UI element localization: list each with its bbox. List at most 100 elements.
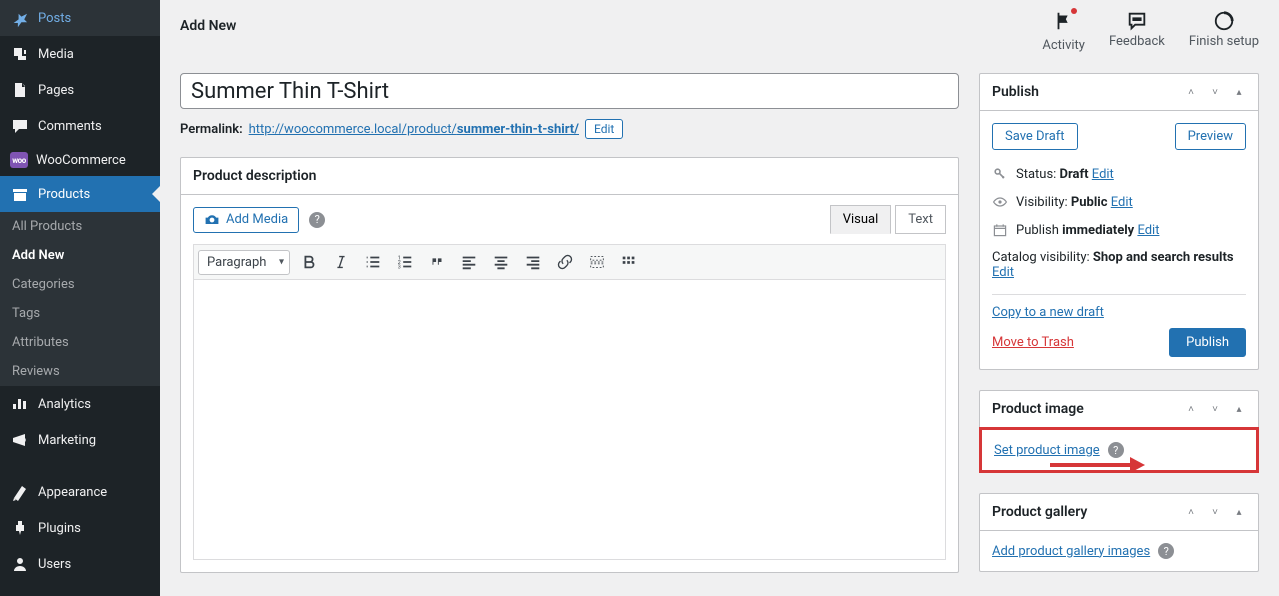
sub-all-products[interactable]: All Products [0,212,160,241]
postbox-title: Product gallery [992,504,1087,520]
sidebar-item-products[interactable]: Products [0,176,160,212]
content-area: Add New Activity Feedback Finish setup P… [160,0,1279,596]
copy-to-draft-link[interactable]: Copy to a new draft [992,305,1246,320]
sidebar-label: WooCommerce [36,153,126,168]
edit-visibility-link[interactable]: Edit [1111,195,1133,210]
align-left-button[interactable] [456,249,482,275]
comment-icon [10,116,30,136]
format-select[interactable]: Paragraph [198,250,290,275]
toggle-icon[interactable]: ▴ [1232,404,1246,415]
link-button[interactable] [552,249,578,275]
flag-icon [1053,10,1075,32]
appearance-icon [10,482,30,502]
feedback-icon [1126,10,1148,32]
sidebar-item-media[interactable]: Media [0,36,160,72]
analytics-icon [10,394,30,414]
edit-status-link[interactable]: Edit [1092,167,1114,182]
sub-attributes[interactable]: Attributes [0,328,160,357]
sidebar-item-comments[interactable]: Comments [0,108,160,144]
sidebar-label: Products [38,187,90,202]
sidebar-item-appearance[interactable]: Appearance [0,474,160,510]
move-up-icon[interactable]: ˄ [1184,507,1198,518]
product-image-body: Set product image ? [979,427,1259,473]
edit-publish-date-link[interactable]: Edit [1137,223,1159,238]
sidebar-item-plugins[interactable]: Plugins [0,510,160,546]
help-icon[interactable]: ? [309,212,325,228]
sidebar-item-posts[interactable]: Posts [0,0,160,36]
editor-tabs: Visual Text [830,205,946,234]
add-gallery-images-link[interactable]: Add product gallery images [992,544,1150,559]
sidebar-item-pages[interactable]: Pages [0,72,160,108]
feedback-button[interactable]: Feedback [1109,10,1165,53]
save-draft-button[interactable]: Save Draft [992,123,1078,150]
set-product-image-link[interactable]: Set product image [994,443,1100,458]
postbox-controls: ˄ ˅ ▴ [1184,507,1246,518]
edit-slug-button[interactable]: Edit [585,119,623,139]
quote-button[interactable] [424,249,450,275]
sidebar-item-analytics[interactable]: Analytics [0,386,160,422]
top-action-label: Feedback [1109,34,1165,49]
publish-date-row: Publish immediately Edit [992,216,1246,244]
help-icon[interactable]: ? [1158,543,1174,559]
progress-icon [1213,10,1235,32]
move-down-icon[interactable]: ˅ [1208,404,1222,415]
toggle-icon[interactable]: ▴ [1232,87,1246,98]
align-center-button[interactable] [488,249,514,275]
sub-tags[interactable]: Tags [0,299,160,328]
sidebar-item-marketing[interactable]: Marketing [0,422,160,458]
sidebar-item-users[interactable]: Users [0,546,160,582]
page-title: Add New [180,10,236,34]
move-up-icon[interactable]: ˄ [1184,404,1198,415]
read-more-button[interactable] [584,249,610,275]
bold-button[interactable] [296,249,322,275]
products-icon [10,184,30,204]
move-up-icon[interactable]: ˄ [1184,87,1198,98]
permalink-link[interactable]: http://woocommerce.local/product/summer-… [249,122,579,137]
sidebar-label: Posts [38,11,71,26]
product-title-input[interactable] [180,73,959,109]
sub-add-new[interactable]: Add New [0,241,160,270]
camera-icon [204,212,220,228]
align-right-button[interactable] [520,249,546,275]
status-row: Status: Draft Edit [992,160,1246,188]
text-tab[interactable]: Text [895,205,946,234]
plugins-icon [10,518,30,538]
sidebar-label: Plugins [38,521,81,536]
users-icon [10,554,30,574]
help-icon[interactable]: ? [1108,442,1124,458]
edit-catalog-link[interactable]: Edit [992,265,1014,280]
toggle-icon[interactable]: ▴ [1232,507,1246,518]
visual-tab[interactable]: Visual [830,205,892,234]
move-down-icon[interactable]: ˅ [1208,87,1222,98]
permalink-row: Permalink: http://woocommerce.local/prod… [180,119,959,139]
preview-button[interactable]: Preview [1175,123,1246,150]
bullet-list-button[interactable] [360,249,386,275]
sub-categories[interactable]: Categories [0,270,160,299]
activity-button[interactable]: Activity [1042,10,1085,53]
visibility-row: Visibility: Public Edit [992,188,1246,216]
product-gallery-postbox: Product gallery ˄ ˅ ▴ Add product galler… [979,493,1259,572]
top-action-label: Activity [1042,38,1085,53]
topbar: Add New Activity Feedback Finish setup [180,0,1259,73]
editor-toolbar: Paragraph 123 [193,244,946,280]
toolbar-toggle-button[interactable] [616,249,642,275]
calendar-icon [992,222,1008,238]
add-media-label: Add Media [226,212,288,227]
finish-setup-button[interactable]: Finish setup [1189,10,1259,53]
sidebar-item-woocommerce[interactable]: woo WooCommerce [0,144,160,176]
sidebar-label: Pages [38,83,74,98]
publish-postbox: Publish ˄ ˅ ▴ Save Draft Preview Status:… [979,73,1259,370]
move-to-trash-link[interactable]: Move to Trash [992,335,1074,350]
numbered-list-button[interactable]: 123 [392,249,418,275]
postbox-title: Product description [193,168,316,184]
permalink-label: Permalink: [180,122,243,137]
publish-button[interactable]: Publish [1169,328,1246,357]
add-media-button[interactable]: Add Media [193,207,299,233]
sidebar-label: Comments [38,119,102,134]
sub-reviews[interactable]: Reviews [0,357,160,386]
editor-canvas[interactable] [193,280,946,560]
italic-button[interactable] [328,249,354,275]
top-actions: Activity Feedback Finish setup [1042,10,1259,53]
move-down-icon[interactable]: ˅ [1208,507,1222,518]
postbox-title: Product image [992,401,1084,417]
